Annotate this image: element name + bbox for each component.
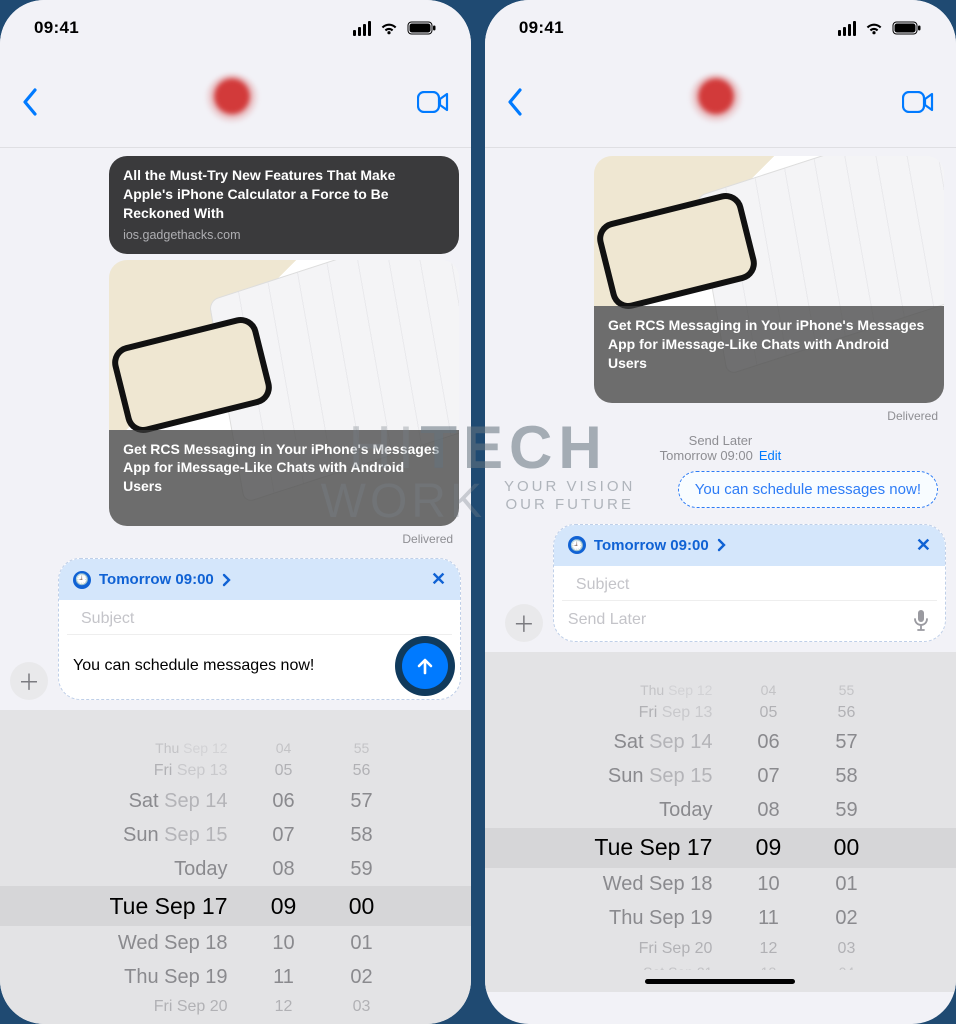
- message-input[interactable]: You can schedule messages now!: [73, 657, 394, 675]
- link-title: All the Must-Try New Features That Make …: [123, 166, 445, 223]
- picker-row[interactable]: Sat Sep 211304: [0, 1020, 471, 1024]
- wifi-icon: [864, 21, 884, 35]
- picker-row[interactable]: Sun Sep 150758: [485, 760, 956, 794]
- link-source: ios.gadgethacks.com: [123, 227, 445, 244]
- picker-row[interactable]: Sun Sep 150758: [0, 818, 471, 852]
- link-card-1[interactable]: All the Must-Try New Features That Make …: [109, 156, 459, 254]
- link-image: [594, 156, 944, 306]
- phone-screen-right: 09:41 Get: [485, 0, 956, 1024]
- status-bar: 09:41: [485, 0, 956, 56]
- link-card-2[interactable]: Get RCS Messaging in Your iPhone's Messa…: [594, 156, 944, 403]
- picker-row[interactable]: Tue Sep 170900: [485, 828, 956, 868]
- picker-row[interactable]: Today0859: [485, 794, 956, 828]
- datetime-picker[interactable]: Thu Sep 120455Fri Sep 130556Sat Sep 1406…: [485, 652, 956, 992]
- facetime-button[interactable]: [413, 82, 453, 122]
- wifi-icon: [379, 21, 399, 35]
- status-time: 09:41: [34, 18, 79, 38]
- add-button[interactable]: ＋: [10, 662, 48, 700]
- close-icon[interactable]: ✕: [431, 569, 446, 590]
- schedule-time: Tomorrow 09:00: [594, 537, 709, 554]
- schedule-banner[interactable]: 🕘 Tomorrow 09:00 ✕: [554, 525, 945, 566]
- status-icons: [838, 21, 922, 36]
- link-card-2[interactable]: Get RCS Messaging in Your iPhone's Messa…: [109, 260, 459, 527]
- picker-row[interactable]: Sat Sep 140657: [0, 784, 471, 818]
- home-indicator: [645, 979, 795, 984]
- facetime-button[interactable]: [898, 82, 938, 122]
- compose-area: ＋ 🕘 Tomorrow 09:00 ✕ Subject Send Later: [485, 518, 956, 652]
- add-button[interactable]: ＋: [505, 604, 543, 642]
- picker-row[interactable]: Fri Sep 130556: [0, 758, 471, 784]
- schedule-time: Tomorrow 09:00: [99, 571, 214, 588]
- picker-row[interactable]: Sat Sep 211304: [485, 962, 956, 970]
- picker-rows-right: Thu Sep 120455Fri Sep 130556Sat Sep 1406…: [485, 680, 956, 970]
- schedule-banner[interactable]: 🕘 Tomorrow 09:00 ✕: [59, 559, 460, 600]
- clock-icon: 🕘: [73, 571, 91, 589]
- subject-input[interactable]: Subject: [67, 600, 452, 635]
- send-button[interactable]: [402, 643, 448, 689]
- edit-schedule-link[interactable]: Edit: [759, 448, 781, 463]
- delivered-label: Delivered: [497, 409, 938, 423]
- conversation: Get RCS Messaging in Your iPhone's Messa…: [485, 148, 956, 518]
- contact-avatar[interactable]: [50, 74, 413, 130]
- picker-row[interactable]: Fri Sep 201203: [0, 994, 471, 1020]
- compose-area: ＋ 🕘 Tomorrow 09:00 ✕ Subject You can sch…: [0, 552, 471, 710]
- close-icon[interactable]: ✕: [916, 535, 931, 556]
- signal-icon: [838, 21, 856, 36]
- picker-row[interactable]: Thu Sep 191102: [485, 902, 956, 936]
- message-input[interactable]: Send Later: [568, 611, 905, 629]
- scheduled-header: Send Later Tomorrow 09:00Edit: [497, 433, 944, 463]
- status-time: 09:41: [519, 18, 564, 38]
- picker-row[interactable]: Wed Sep 181001: [0, 926, 471, 960]
- dictation-button[interactable]: [913, 609, 929, 631]
- nav-bar: [0, 56, 471, 148]
- picker-row[interactable]: Sat Sep 140657: [485, 726, 956, 760]
- link-image: [109, 260, 459, 430]
- back-button[interactable]: [495, 82, 535, 122]
- link-title: Get RCS Messaging in Your iPhone's Messa…: [594, 306, 944, 403]
- battery-icon: [892, 21, 922, 35]
- picker-row[interactable]: Thu Sep 191102: [0, 960, 471, 994]
- status-bar: 09:41: [0, 0, 471, 56]
- chevron-right-icon: [222, 573, 231, 587]
- conversation: All the Must-Try New Features That Make …: [0, 148, 471, 546]
- picker-row[interactable]: Tue Sep 170900: [0, 886, 471, 926]
- scheduled-message-bubble[interactable]: You can schedule messages now!: [678, 471, 938, 508]
- compose-box: 🕘 Tomorrow 09:00 ✕ Subject You can sched…: [58, 558, 461, 700]
- signal-icon: [353, 21, 371, 36]
- nav-bar: [485, 56, 956, 148]
- picker-row[interactable]: Fri Sep 130556: [485, 700, 956, 726]
- subject-input[interactable]: Subject: [562, 566, 937, 601]
- link-title: Get RCS Messaging in Your iPhone's Messa…: [109, 430, 459, 527]
- status-icons: [353, 21, 437, 36]
- battery-icon: [407, 21, 437, 35]
- picker-rows-left: Thu Sep 120455Fri Sep 130556Sat Sep 1406…: [0, 738, 471, 1024]
- phone-screen-left: 09:41 All the Must-Try New Fe: [0, 0, 471, 1024]
- chevron-right-icon: [717, 538, 726, 552]
- back-button[interactable]: [10, 82, 50, 122]
- delivered-label: Delivered: [12, 532, 453, 546]
- picker-row[interactable]: Today0859: [0, 852, 471, 886]
- picker-row[interactable]: Thu Sep 120455: [485, 680, 956, 700]
- picker-row[interactable]: Fri Sep 201203: [485, 936, 956, 962]
- picker-row[interactable]: Wed Sep 181001: [485, 868, 956, 902]
- compose-box: 🕘 Tomorrow 09:00 ✕ Subject Send Later: [553, 524, 946, 642]
- picker-row[interactable]: Thu Sep 120455: [0, 738, 471, 758]
- datetime-picker[interactable]: Thu Sep 120455Fri Sep 130556Sat Sep 1406…: [0, 710, 471, 1024]
- clock-icon: 🕘: [568, 536, 586, 554]
- contact-avatar[interactable]: [535, 74, 898, 130]
